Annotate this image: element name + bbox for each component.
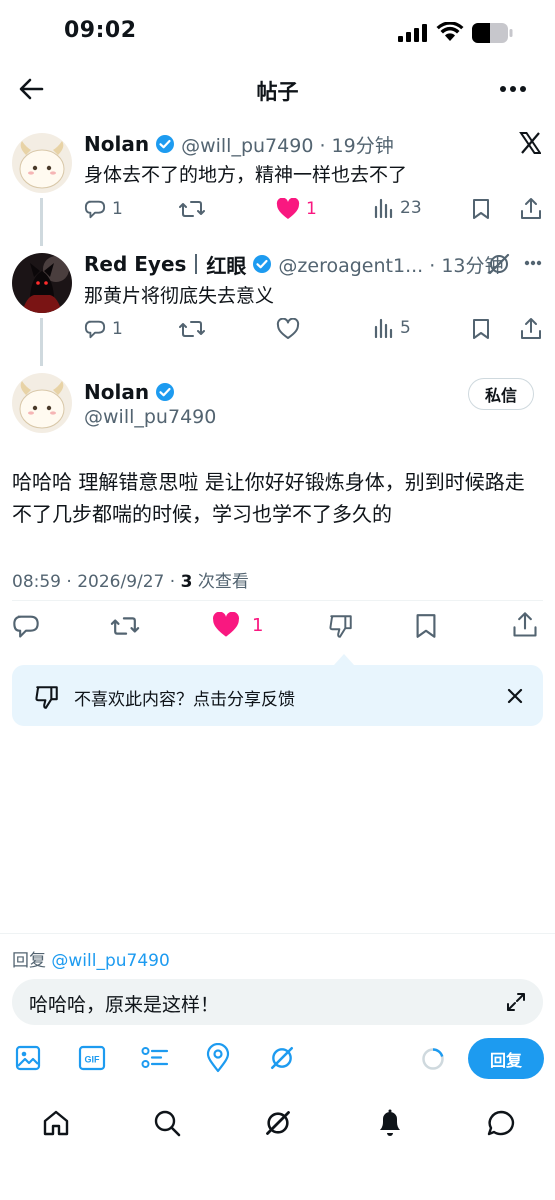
post-header: Red Eyes 红眼 @zeroagent1... · 13分钟	[84, 250, 504, 278]
close-icon[interactable]	[506, 687, 524, 705]
feedback-text: 不喜欢此内容？点击分享反馈	[74, 690, 295, 710]
feedback-banner[interactable]: 不喜欢此内容？点击分享反馈	[12, 665, 543, 726]
reply-prefix: 回复	[12, 951, 52, 971]
like-count: 1	[306, 199, 317, 219]
heart-icon[interactable]	[276, 318, 300, 340]
character-count-ring	[421, 1047, 445, 1071]
reply-handle[interactable]: @will_pu7490	[51, 951, 169, 971]
views-button[interactable]: 5	[374, 318, 411, 338]
feedback-pointer	[334, 654, 354, 665]
post-header: Nolan @will_pu7490 · 19分钟	[84, 130, 394, 158]
reply-button[interactable]: 1	[84, 198, 123, 220]
notifications-icon[interactable]	[376, 1108, 404, 1138]
search-icon[interactable]	[153, 1109, 181, 1137]
post-meta: 08:59 · 2026/9/27 · 3 次查看	[12, 567, 249, 592]
composer-divider	[0, 933, 555, 934]
cellular-icon	[398, 24, 428, 42]
thread-line	[40, 198, 43, 246]
grok-icon[interactable]	[264, 1109, 292, 1137]
bookmark-icon[interactable]	[471, 198, 491, 220]
grok-icon[interactable]	[487, 252, 511, 276]
grok-icon[interactable]	[269, 1045, 295, 1071]
views-icon	[374, 318, 394, 338]
reply-icon	[84, 318, 106, 340]
like-button[interactable]: 1	[276, 198, 317, 220]
views-button[interactable]: 23	[374, 198, 422, 218]
gif-icon[interactable]: GIF	[78, 1045, 106, 1071]
poll-icon[interactable]	[141, 1046, 169, 1070]
reply-icon	[84, 198, 106, 220]
dislike-icon[interactable]	[328, 613, 354, 639]
expand-icon[interactable]	[505, 991, 527, 1013]
avatar[interactable]	[12, 133, 72, 193]
home-icon[interactable]	[42, 1109, 70, 1137]
image-icon[interactable]	[15, 1045, 41, 1071]
retweet-icon[interactable]	[179, 318, 205, 340]
views-label: 次查看	[192, 572, 249, 592]
bookmark-icon[interactable]	[414, 612, 438, 640]
reply-input[interactable]: 哈哈哈，原来是这样！	[12, 979, 543, 1025]
post-text: 那黄片将彻底失去意义	[84, 285, 275, 307]
heart-icon	[212, 612, 240, 638]
thread-line	[40, 318, 43, 366]
x-logo-icon	[519, 132, 541, 154]
main-post-text: 哈哈哈 理解错意思啦 是让你好好锻炼身体，别到时候路走不了几步都喘的时候，学习也…	[12, 470, 525, 526]
bookmark-icon[interactable]	[471, 318, 491, 340]
like-button[interactable]: 1	[212, 612, 263, 638]
share-icon[interactable]	[520, 317, 542, 341]
divider	[12, 600, 543, 601]
heart-icon	[276, 198, 300, 220]
verified-icon	[155, 134, 175, 154]
share-icon[interactable]	[520, 197, 542, 221]
verified-icon	[155, 382, 175, 402]
reply-to: 回复 @will_pu7490	[12, 946, 170, 971]
reply-count: 1	[112, 199, 123, 219]
page-title: 帖子	[256, 80, 299, 104]
post-timestamp[interactable]: 08:59 · 2026/9/27 ·	[12, 572, 181, 592]
wifi-icon	[436, 22, 464, 42]
display-name[interactable]: Red Eyes	[84, 252, 186, 276]
avatar[interactable]	[12, 373, 72, 433]
location-icon[interactable]	[206, 1043, 230, 1073]
views-count: 3	[180, 572, 193, 592]
dm-button[interactable]: 私信	[468, 378, 534, 410]
display-name-extra: 红眼	[206, 253, 247, 278]
views-icon	[374, 198, 394, 218]
more-icon[interactable]	[524, 260, 542, 266]
post-text: 身体去不了的地方，精神一样也去不了	[84, 164, 408, 186]
status-time: 09:02	[64, 18, 137, 43]
view-count: 5	[400, 318, 411, 338]
view-count: 23	[400, 198, 422, 218]
like-count: 1	[252, 614, 264, 636]
handle-time: @will_pu7490 · 19分钟	[181, 134, 394, 157]
reply-button[interactable]: 1	[84, 318, 123, 340]
reply-count: 1	[112, 319, 123, 339]
share-icon[interactable]	[512, 611, 538, 639]
handle[interactable]: @will_pu7490	[84, 406, 216, 428]
verified-icon	[252, 254, 272, 274]
dislike-icon	[34, 684, 60, 710]
battery-icon	[471, 22, 513, 44]
more-icon[interactable]	[498, 84, 528, 94]
retweet-icon[interactable]	[179, 198, 205, 220]
avatar[interactable]	[12, 253, 72, 313]
retweet-icon[interactable]	[110, 614, 140, 638]
name-separator	[195, 254, 198, 274]
reply-send-button[interactable]: 回复	[468, 1038, 544, 1079]
svg-text:GIF: GIF	[85, 1055, 101, 1065]
reply-draft: 哈哈哈，原来是这样！	[29, 994, 220, 1016]
display-name[interactable]: Nolan	[84, 380, 149, 404]
display-name[interactable]: Nolan	[84, 132, 149, 156]
messages-icon[interactable]	[486, 1109, 516, 1137]
post-header: Nolan	[84, 378, 175, 406]
reply-icon[interactable]	[12, 612, 40, 640]
handle-time: @zeroagent1... · 13分钟	[278, 254, 504, 277]
